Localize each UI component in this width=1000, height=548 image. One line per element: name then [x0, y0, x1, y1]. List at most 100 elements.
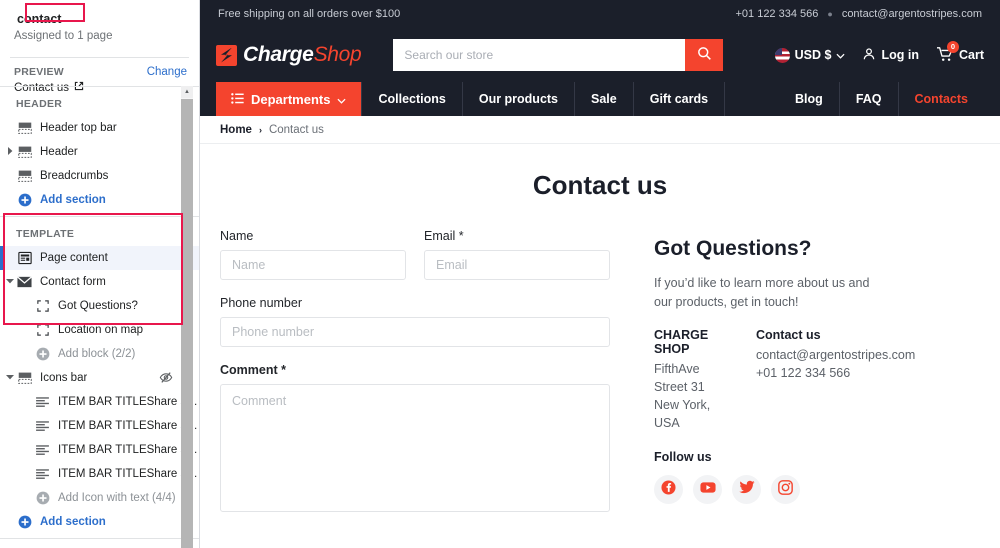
phone-input[interactable] [220, 317, 610, 347]
sidebar-item-page-content[interactable]: Page content [0, 246, 199, 270]
nav-item-our-products[interactable]: Our products [463, 82, 576, 116]
sidebar-item-label: ITEM BAR TITLEShare shippi... [58, 468, 199, 480]
sidebar-item-contact-form[interactable]: Contact form [0, 270, 199, 294]
user-icon [862, 47, 876, 64]
social-link-twitter[interactable] [732, 475, 761, 504]
instagram-icon [778, 479, 793, 500]
chevron-down-icon[interactable] [5, 374, 15, 382]
chevron-right-icon[interactable] [5, 147, 15, 157]
breadcrumb-separator-icon: › [258, 124, 262, 135]
cart-button[interactable]: 0 Cart [936, 40, 984, 65]
plus-circle-icon [34, 347, 51, 361]
sidebar-item-header[interactable]: Header [0, 140, 199, 164]
search-icon [697, 46, 712, 64]
contact-phone[interactable]: +01 122 334 566 [756, 364, 915, 382]
phone-label: Phone number [220, 296, 303, 310]
scrollbar-thumb[interactable] [181, 99, 193, 548]
promo-text: Free shipping on all orders over $100 [218, 8, 401, 20]
comment-label: Comment * [220, 363, 286, 377]
nav-item-contacts[interactable]: Contacts [899, 82, 984, 116]
plus-circle-icon [34, 491, 51, 505]
sidebar-item-label: Add Icon with text (4/4) [58, 492, 176, 504]
nav-item-blog[interactable]: Blog [779, 82, 840, 116]
nav-item-faq[interactable]: FAQ [840, 82, 899, 116]
header-actions: USD $ Log in 0 Cart [774, 40, 984, 65]
sidebar-item-icons-bar[interactable]: Icons bar [0, 366, 199, 390]
chevron-down-icon [836, 48, 846, 62]
nav-links-left: Collections Our products Sale Gift cards [361, 82, 726, 116]
eye-off-icon[interactable] [159, 371, 173, 387]
chevron-down-icon[interactable] [5, 278, 15, 286]
group-label-header: HEADER [16, 98, 63, 110]
sidebar-item-got-questions[interactable]: Got Questions? [0, 294, 199, 318]
nav-item-gift-cards[interactable]: Gift cards [634, 82, 726, 116]
section-icon [16, 122, 33, 134]
topbar-separator-dot-icon: ● [827, 9, 833, 19]
block-icon [34, 324, 51, 336]
template-name: contact [17, 12, 62, 26]
sidebar-item-label: Add block (2/2) [58, 348, 136, 360]
sidebar-item-label: Header top bar [40, 122, 117, 134]
sidebar-item-item-bar-titleshare-shippi[interactable]: ITEM BAR TITLEShare shippi... [0, 438, 199, 462]
scroll-up-arrow-icon[interactable]: ▲ [181, 86, 193, 98]
text-lines-icon [34, 468, 51, 480]
page-content: Contact us Name Email * Pho [200, 144, 1000, 533]
sidebar-item-breadcrumbs[interactable]: Breadcrumbs [0, 164, 199, 188]
sidebar-item-header-top-bar[interactable]: Header top bar [0, 116, 199, 140]
text-lines-icon [34, 420, 51, 432]
main-navigation: Departments Collections Our products Sale G… [200, 82, 1000, 116]
nav-item-sale[interactable]: Sale [575, 82, 634, 116]
login-label: Log in [881, 48, 919, 62]
social-link-youtube[interactable] [693, 475, 722, 504]
sidebar-item-item-bar-titleshare-shippi[interactable]: ITEM BAR TITLEShare shippi... [0, 414, 199, 438]
logo-text-secondary: Shop [313, 43, 362, 66]
breadcrumb: Home › Contact us [200, 116, 1000, 144]
sidebar-item-add-icon-with-text-4-4[interactable]: Add Icon with text (4/4) [0, 486, 199, 510]
page-title: Contact us [532, 170, 668, 200]
comment-textarea[interactable] [220, 384, 610, 512]
currency-label: USD $ [794, 48, 832, 62]
nav-item-collections[interactable]: Collections [361, 82, 463, 116]
plus-circle-icon [16, 193, 33, 207]
sidebar-item-add-block-2-2[interactable]: Add block (2/2) [0, 342, 199, 366]
cart-icon: 0 [936, 40, 959, 65]
text-lines-icon [34, 444, 51, 456]
store-logo[interactable]: ChargeShop [216, 43, 362, 67]
sidebar-item-item-bar-titleshare-shippi[interactable]: ITEM BAR TITLEShare shippi... [0, 390, 199, 414]
currency-selector[interactable]: USD $ [774, 47, 846, 63]
contact-email[interactable]: contact@argentostripes.com [756, 346, 915, 364]
change-preview-link[interactable]: Change [147, 66, 187, 78]
search-input[interactable] [393, 39, 686, 71]
section-icon [16, 170, 33, 182]
breadcrumb-home[interactable]: Home [220, 124, 252, 136]
text-lines-icon [34, 396, 51, 408]
sidebar-item-location-on-map[interactable]: Location on map [0, 318, 199, 342]
email-input[interactable] [424, 250, 610, 280]
sidebar-item-label: Page content [40, 252, 108, 264]
contact-block: Contact us contact@argentostripes.com +0… [756, 328, 915, 433]
sidebar-item-label: Got Questions? [58, 300, 138, 312]
breadcrumb-current: Contact us [268, 123, 324, 136]
topbar-email[interactable]: contact@argentostripes.com [842, 8, 982, 20]
sidebar-item-item-bar-titleshare-shippi[interactable]: ITEM BAR TITLEShare shippi... [0, 462, 199, 486]
departments-menu-button[interactable]: Departments [216, 82, 362, 116]
name-input[interactable] [220, 250, 406, 280]
template-header: contact Assigned to 1 page [0, 0, 199, 50]
info-title: Got Questions? [654, 237, 812, 260]
sidebar-item-label: ITEM BAR TITLEShare shippi... [58, 396, 199, 408]
sidebar-item-label: Contact form [40, 276, 106, 288]
search-button[interactable] [685, 39, 724, 71]
sidebar-scrollbar[interactable]: ▲ [181, 86, 193, 548]
login-button[interactable]: Log in [862, 47, 919, 64]
social-link-instagram[interactable] [771, 475, 800, 504]
contact-section: Name Email * Phone number Comment * [220, 229, 980, 533]
section-icon [16, 146, 33, 158]
topbar-phone[interactable]: +01 122 334 566 [735, 8, 818, 20]
sidebar-item-add-section[interactable]: Add section [0, 510, 199, 534]
hamburger-list-icon [231, 92, 244, 107]
nav-links-right: Blog FAQ Contacts [779, 82, 984, 116]
address-lines: FifthAve Street 31 New York, USA [654, 361, 711, 430]
sidebar-item-add-section[interactable]: Add section [0, 188, 199, 212]
social-link-facebook[interactable] [654, 475, 683, 504]
us-flag-icon [774, 47, 790, 63]
